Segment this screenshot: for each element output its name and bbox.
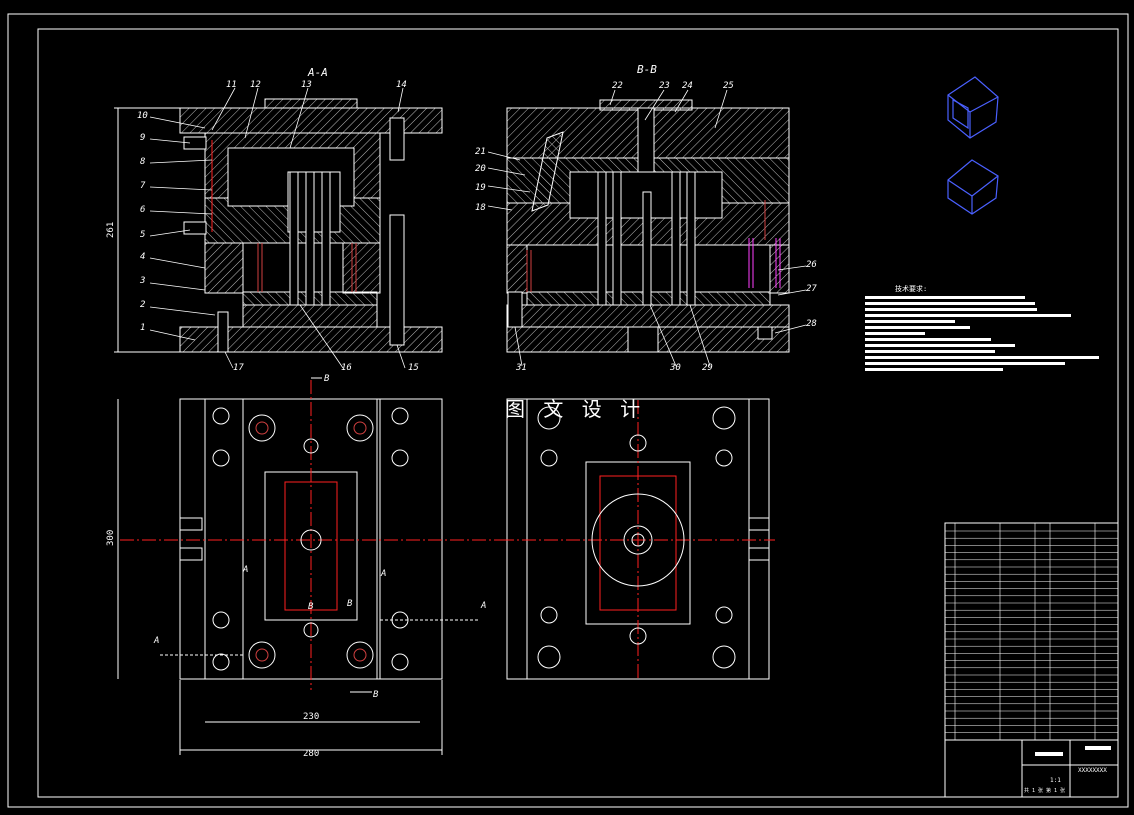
- mark-a-4: A: [480, 601, 486, 611]
- callout-7: 7: [140, 181, 146, 191]
- dim-width-outer: 280: [303, 749, 319, 759]
- mark-a-2: A: [380, 569, 386, 579]
- callout-9: 9: [140, 133, 145, 143]
- callout-2: 2: [140, 300, 145, 310]
- callout-21: 21: [475, 147, 486, 157]
- callout-15: 15: [408, 363, 419, 373]
- section-marks: A A A A B B B B: [153, 374, 486, 700]
- mark-b-4: B: [347, 599, 353, 609]
- dim-left-height: 261: [106, 222, 116, 238]
- sheet-text: 共 1 张 第 1 张: [1024, 787, 1065, 794]
- callout-26: 26: [806, 260, 817, 270]
- callout-1: 1: [140, 323, 145, 333]
- mark-a-3: A: [153, 636, 159, 646]
- callout-19: 19: [475, 183, 486, 193]
- plan-view-left: 300 230 280: [106, 377, 500, 759]
- callout-25: 25: [723, 81, 734, 91]
- callout-3: 3: [139, 276, 145, 286]
- callout-31: 31: [515, 363, 527, 373]
- section-b-b: B-B: [487, 63, 807, 367]
- callout-23: 23: [659, 81, 670, 91]
- dim-plan-height: 300: [106, 530, 116, 546]
- section-b-b-title: B-B: [637, 63, 657, 76]
- mark-b-3: B: [308, 602, 314, 612]
- callout-14: 14: [396, 80, 407, 90]
- callout-6: 6: [140, 205, 145, 215]
- callout-30: 30: [669, 363, 681, 373]
- callout-18: 18: [475, 203, 486, 213]
- tech-heading: 技术要求:: [895, 284, 927, 293]
- scale-text: 1:1: [1050, 777, 1061, 784]
- isometric-part-views: [947, 76, 999, 215]
- callout-12: 12: [250, 80, 261, 90]
- mark-b-2: B: [373, 690, 379, 700]
- callout-13: 13: [301, 80, 312, 90]
- title-block: 1:1 共 1 张 第 1 张 XXXXXXXX: [944, 522, 1119, 798]
- plan-view-right: [500, 398, 775, 680]
- mark-b-1: B: [324, 374, 330, 384]
- section-a-a-title: A-A: [307, 66, 328, 79]
- dim-width-inner: 230: [303, 712, 319, 722]
- callout-4: 4: [140, 252, 145, 262]
- callout-24: 24: [682, 81, 693, 91]
- callout-8: 8: [140, 157, 145, 167]
- cad-drawing: A-A 261 B-B 300 230 280 技术要求: 1:1 共 1 张 …: [0, 0, 1134, 811]
- callout-10: 10: [137, 111, 148, 121]
- callout-16: 16: [341, 363, 352, 373]
- callout-17: 17: [233, 363, 244, 373]
- drawing-number: XXXXXXXX: [1078, 767, 1107, 774]
- callout-29: 29: [702, 363, 713, 373]
- callout-22: 22: [612, 81, 623, 91]
- technical-requirements: 技术要求:: [865, 284, 1099, 371]
- section-a-a: A-A 261: [106, 66, 443, 369]
- callout-20: 20: [475, 164, 486, 174]
- callout-28: 28: [806, 319, 817, 329]
- callout-5: 5: [140, 230, 145, 240]
- watermark: 图 文 设 计: [505, 397, 647, 421]
- callout-11: 11: [226, 80, 237, 90]
- mark-a-1: A: [242, 565, 248, 575]
- callout-27: 27: [806, 284, 817, 294]
